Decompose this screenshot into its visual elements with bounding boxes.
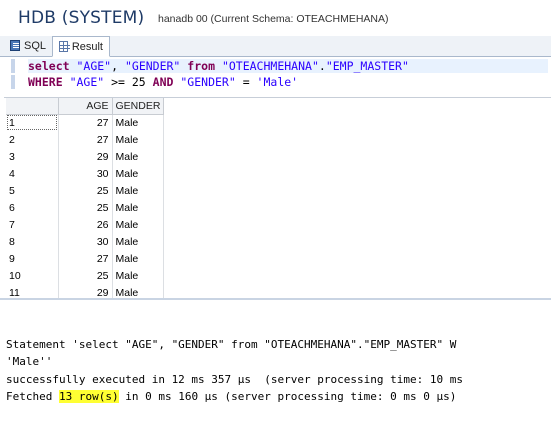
age-cell[interactable]: 30 <box>58 233 113 250</box>
age-cell[interactable]: 29 <box>58 148 113 165</box>
column-header-age[interactable]: AGE <box>58 98 113 115</box>
sql-token: >= 25 <box>104 75 153 89</box>
sql-token: from <box>187 59 215 73</box>
row-number-cell[interactable]: 5 <box>6 182 59 199</box>
tab-sql-label: SQL <box>23 39 46 52</box>
table-row[interactable]: 11 29 Male <box>6 284 165 299</box>
row-number-cell[interactable]: 1 <box>6 114 59 131</box>
row-number-cell[interactable]: 11 <box>6 284 59 299</box>
gender-cell[interactable]: Male <box>112 267 165 284</box>
table-row[interactable]: 5 25 Male <box>6 182 165 199</box>
row-number-cell[interactable]: 4 <box>6 165 59 182</box>
sql-token: AND <box>152 75 174 89</box>
age-cell[interactable]: 27 <box>58 114 113 131</box>
fetched-prefix: Fetched <box>6 390 59 403</box>
table-row[interactable]: 10 25 Male <box>6 267 165 284</box>
row-number-cell[interactable]: 3 <box>6 148 59 165</box>
sql-editor[interactable]: select "AGE", "GENDER" from "OTEACHMEHAN… <box>4 57 551 95</box>
sql-token: "GENDER" <box>180 75 236 89</box>
result-header-row: AGE GENDER <box>6 98 165 115</box>
gender-cell[interactable]: Male <box>112 131 165 148</box>
table-row[interactable]: 6 25 Male <box>6 199 165 216</box>
sql-token: "GENDER" <box>124 59 181 73</box>
age-cell[interactable]: 25 <box>58 267 113 284</box>
result-grid[interactable]: AGE GENDER 1 27 Male 2 27 Male 3 29 Male 4 30 Male 5… <box>4 97 551 299</box>
row-number-header[interactable] <box>6 98 59 115</box>
sql-token: . <box>318 59 326 73</box>
sql-token: WHERE <box>28 75 63 89</box>
gender-cell[interactable]: Male <box>112 233 165 250</box>
connection-detail: hanadb 00 (Current Schema: OTEACHMEHANA) <box>158 13 389 25</box>
editor-gutter <box>8 58 18 92</box>
age-cell[interactable]: 30 <box>58 165 113 182</box>
row-number-cell[interactable]: 9 <box>6 250 59 267</box>
connection-header: HDB (SYSTEM) hanadb 00 (Current Schema: … <box>0 0 551 36</box>
tab-result[interactable]: Result <box>52 36 110 57</box>
gender-cell[interactable]: Male <box>112 148 165 165</box>
fetched-row-count: 13 row(s) <box>58 390 119 403</box>
sql-token: select <box>28 59 70 73</box>
row-number-cell[interactable]: 10 <box>6 267 59 284</box>
fetched-suffix: in 0 ms 160 µs (server processing time: … <box>118 390 457 403</box>
table-row[interactable]: 8 30 Male <box>6 233 165 250</box>
console-line-4: Fetched 13 row(s) in 0 ms 160 µs (server… <box>6 390 456 403</box>
table-row[interactable]: 3 29 Male <box>6 148 165 165</box>
row-number-cell[interactable]: 6 <box>6 199 59 216</box>
sql-token: 'Male' <box>256 75 299 89</box>
result-grid-icon <box>59 41 70 52</box>
sql-token: = <box>235 75 257 89</box>
table-row[interactable]: 2 27 Male <box>6 131 165 148</box>
age-cell[interactable]: 27 <box>58 250 113 267</box>
result-table: AGE GENDER 1 27 Male 2 27 Male 3 29 Male 4 30 Male 5… <box>6 98 165 299</box>
console-line-2: 'Male'' <box>6 355 53 368</box>
sql-line-2: WHERE "AGE" >= 25 AND "GENDER" = 'Male' <box>28 75 298 89</box>
sql-token: "EMP_MASTER" <box>325 59 409 73</box>
tab-result-label: Result <box>71 40 103 53</box>
sql-editor-icon <box>10 40 20 51</box>
table-row[interactable]: 1 27 Male <box>6 114 165 131</box>
console-line-3: successfully executed in 12 ms 357 µs (s… <box>6 373 463 386</box>
column-header-gender[interactable]: GENDER <box>112 98 165 115</box>
sql-token: , <box>111 59 125 73</box>
sql-token: "AGE" <box>76 59 112 73</box>
age-cell[interactable]: 29 <box>58 284 113 299</box>
gender-cell[interactable]: Male <box>112 250 165 267</box>
sql-token: "OTEACHMEHANA" <box>221 59 319 73</box>
sql-line-1: select "AGE", "GENDER" from "OTEACHMEHAN… <box>28 59 548 73</box>
age-cell[interactable]: 26 <box>58 216 113 233</box>
table-row[interactable]: 7 26 Male <box>6 216 165 233</box>
table-row[interactable]: 9 27 Male <box>6 250 165 267</box>
console-line-1: Statement 'select "AGE", "GENDER" from "… <box>6 338 457 351</box>
sql-token: "AGE" <box>69 75 105 89</box>
tab-sql[interactable]: SQL <box>4 36 52 55</box>
gender-cell[interactable]: Male <box>112 165 165 182</box>
row-number-cell[interactable]: 7 <box>6 216 59 233</box>
message-console: Statement 'select "AGE", "GENDER" from "… <box>0 300 551 433</box>
connection-title: HDB (SYSTEM) <box>18 8 145 28</box>
gender-cell[interactable]: Male <box>112 182 165 199</box>
gender-cell[interactable]: Male <box>112 199 165 216</box>
age-cell[interactable]: 25 <box>58 182 113 199</box>
gender-cell[interactable]: Male <box>112 114 165 131</box>
age-cell[interactable]: 27 <box>58 131 113 148</box>
row-number-cell[interactable]: 2 <box>6 131 59 148</box>
gender-cell[interactable]: Male <box>112 216 165 233</box>
gender-cell[interactable]: Male <box>112 284 165 299</box>
table-row[interactable]: 4 30 Male <box>6 165 165 182</box>
editor-tab-bar: SQL Result <box>0 36 551 57</box>
age-cell[interactable]: 25 <box>58 199 113 216</box>
row-number-cell[interactable]: 8 <box>6 233 59 250</box>
